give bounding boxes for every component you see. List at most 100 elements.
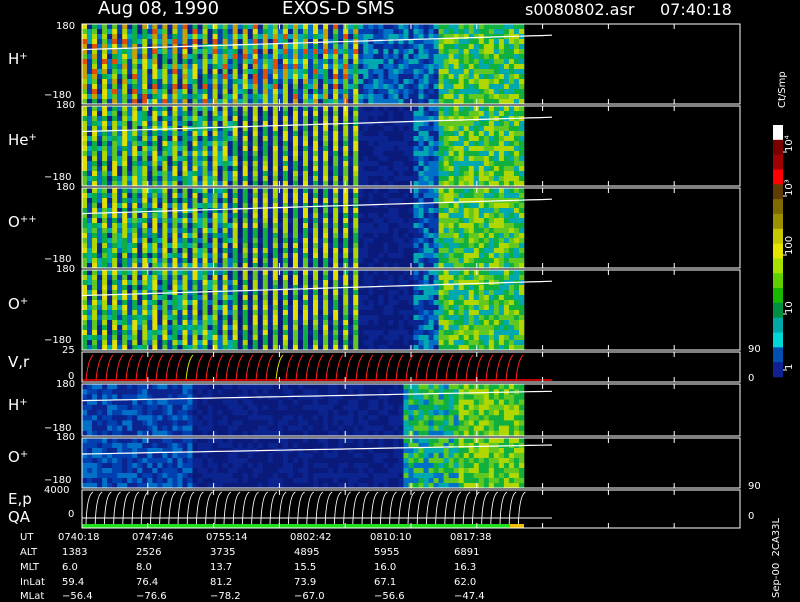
spectrogram-cell [97, 111, 103, 117]
spectrogram-cell [318, 233, 324, 239]
spectrogram-cell [423, 74, 429, 80]
spectrogram-cell [313, 253, 319, 259]
spectrogram-cell [272, 305, 279, 311]
spectrogram-cell [137, 285, 143, 291]
spectrogram-cell [167, 280, 173, 286]
spectrogram-cell [227, 228, 233, 234]
spectrogram-cell [333, 141, 339, 147]
spectrogram-cell [172, 39, 178, 45]
spectrogram-cell [92, 280, 98, 286]
spectrogram-cell [483, 151, 490, 157]
spectrogram-cell [167, 270, 173, 276]
spectrogram-cell [97, 64, 103, 70]
spectrogram-cell [438, 248, 444, 254]
spectrogram-cell [433, 84, 439, 90]
spectrogram-cell [443, 141, 449, 147]
spectrogram-cell [393, 94, 399, 100]
spectrogram-cell [408, 94, 414, 100]
spectrogram-cell [368, 208, 374, 214]
spectrogram-cell [388, 34, 394, 40]
spectrogram-cell [388, 111, 394, 117]
spectrogram-cell [112, 325, 118, 331]
spectrogram-cell [378, 34, 384, 40]
spectrogram-cell [498, 156, 505, 162]
spectrogram-cell [187, 116, 193, 122]
spectrogram-cell [242, 79, 249, 85]
spectrogram-cell [107, 218, 113, 224]
spectrogram-cell [478, 223, 485, 229]
spectrogram-cell [428, 84, 434, 90]
spectrogram-cell [112, 106, 118, 112]
spectrogram-cell [282, 310, 289, 316]
spectrogram-cell [368, 228, 374, 234]
spectrogram-cell [147, 285, 153, 291]
spectrogram-cell [408, 253, 414, 259]
spectrogram-cell [152, 94, 158, 100]
spectrogram-cell [262, 106, 269, 112]
spectrogram-cell [488, 44, 495, 50]
spectrogram-cell [373, 136, 379, 142]
spectrogram-cell [272, 248, 279, 254]
spectrogram-cell [383, 94, 389, 100]
spectrogram-cell [112, 315, 118, 321]
spectrogram-cell [92, 315, 98, 321]
spectrogram-cell [222, 295, 228, 301]
spectrogram-cell [313, 89, 319, 95]
spectrogram-cell [513, 146, 520, 152]
spectrogram-cell [433, 166, 439, 172]
spectrogram-cell [518, 213, 525, 219]
spectrogram-cell [498, 203, 505, 209]
spectrogram-cell [323, 223, 329, 229]
spectrogram-cell [217, 141, 223, 147]
spectrogram-cell [237, 64, 244, 70]
spectrogram-cell [458, 141, 465, 147]
spectrogram-cell [488, 176, 495, 182]
spectrogram-cell [227, 116, 233, 122]
spectrogram-cell [92, 39, 98, 45]
spectrogram-cell [408, 161, 414, 167]
spectrogram-cell [373, 131, 379, 137]
spectrogram-cell [132, 39, 138, 45]
spectrogram-cell [408, 218, 414, 224]
spectrogram-cell [162, 213, 168, 219]
spectrogram-cell [308, 208, 314, 214]
spectrogram-cell [142, 44, 148, 50]
spectrogram-cell [297, 166, 304, 172]
spectrogram-cell [207, 198, 213, 204]
spectrogram-cell [318, 248, 324, 254]
spectrogram-cell [167, 94, 173, 100]
spectrogram-cell [197, 54, 203, 60]
spectrogram-cell [272, 131, 279, 137]
spectrogram-cell [117, 213, 123, 219]
spectrogram-cell [333, 29, 339, 35]
spectrogram-cell [303, 89, 309, 95]
spectrogram-cell [87, 106, 93, 112]
spectrogram-cell [428, 243, 434, 249]
spectrogram-cell [242, 248, 249, 254]
spectrogram-cell [493, 39, 500, 45]
spectrogram-cell [97, 24, 103, 30]
spectrogram-cell [408, 126, 414, 132]
spectrogram-cell [518, 253, 525, 259]
spectrogram-cell [257, 253, 264, 259]
spectrogram-cell [167, 223, 173, 229]
spectrogram-cell [227, 49, 233, 55]
spectrogram-cell [252, 64, 259, 70]
spectrogram-cell [308, 59, 314, 65]
spectrogram-cell [147, 171, 153, 177]
spectrogram-cell [97, 295, 103, 301]
spectrogram-cell [308, 151, 314, 157]
spectrogram-cell [282, 275, 289, 281]
spectrogram-cell [292, 193, 299, 199]
spectrogram-cell [348, 198, 354, 204]
spectrogram-cell [443, 233, 449, 239]
spectrogram-cell [468, 171, 475, 177]
spectrogram-cell [458, 223, 465, 229]
spectrogram-cell [142, 315, 148, 321]
spectrogram-cell [303, 253, 309, 259]
spectrogram-cell [192, 166, 198, 172]
spectrogram-cell [383, 84, 389, 90]
spectrogram-cell [287, 54, 294, 60]
spectrogram-cell [247, 253, 254, 259]
spectrogram-cell [212, 89, 218, 95]
